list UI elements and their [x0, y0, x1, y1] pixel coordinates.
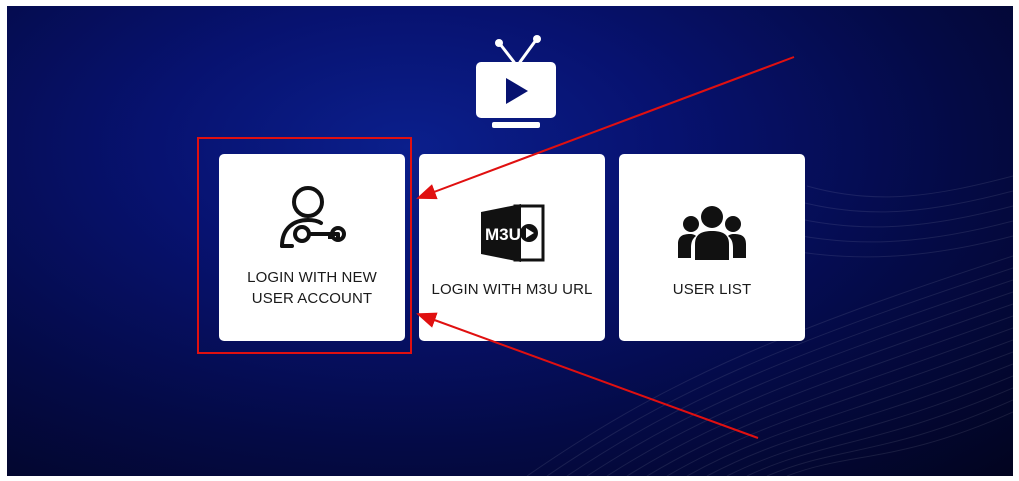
user-list-button[interactable]: USER LIST — [619, 154, 805, 341]
login-new-user-label: LOGIN WITH NEW USER ACCOUNT — [247, 269, 377, 307]
login-m3u-url-button[interactable]: M3U LOGIN WITH M3U URL — [419, 154, 605, 341]
app-screen: LOGIN WITH NEW USER ACCOUNT M3U LOGIN WI… — [7, 6, 1013, 476]
user-list-label: USER LIST — [672, 281, 752, 298]
login-new-user-button[interactable]: LOGIN WITH NEW USER ACCOUNT — [219, 154, 405, 341]
user-key-icon — [219, 184, 405, 250]
login-m3u-url-label: LOGIN WITH M3U URL — [431, 281, 593, 298]
m3u-file-icon: M3U — [419, 202, 605, 264]
m3u-icon-text: M3U — [485, 225, 521, 244]
users-group-icon — [619, 204, 805, 262]
tv-play-icon — [476, 35, 556, 128]
